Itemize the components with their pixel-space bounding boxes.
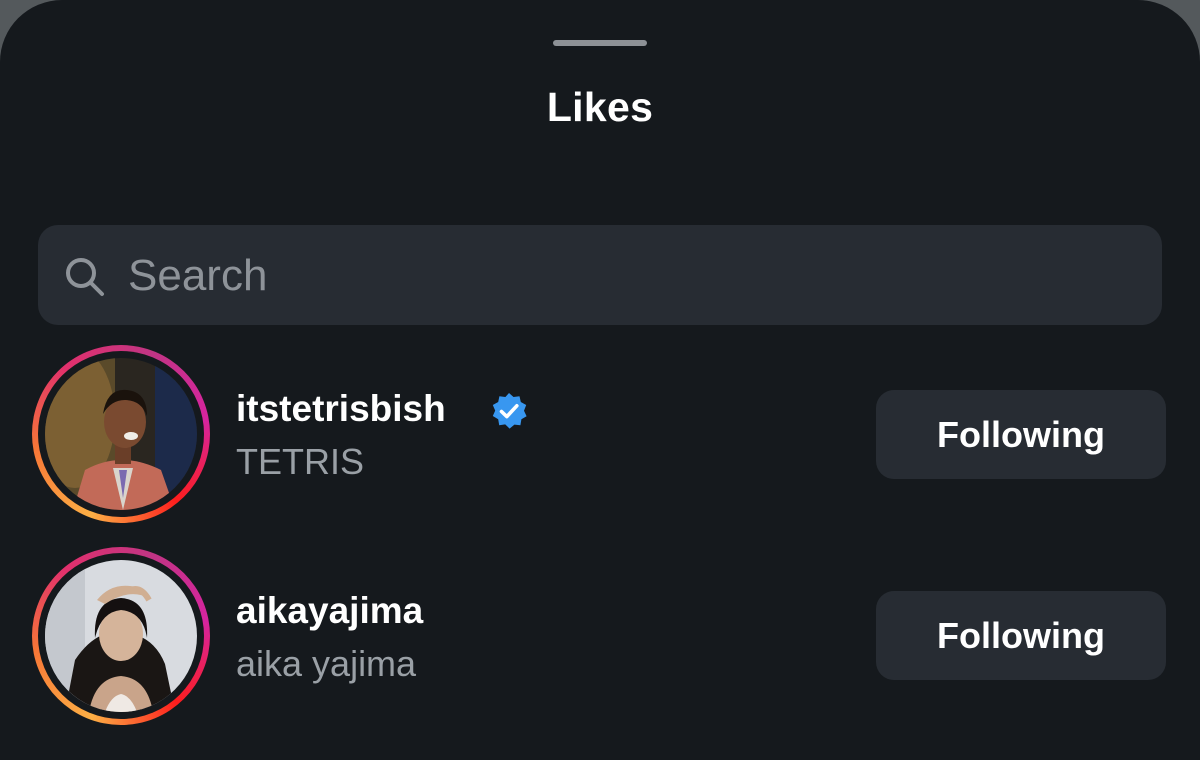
avatar-story-ring[interactable] <box>32 345 210 523</box>
full-name: TETRIS <box>236 441 365 482</box>
liker-row[interactable]: itstetrisbish TETRIS Following <box>0 340 1200 530</box>
avatar-story-ring[interactable] <box>32 547 210 725</box>
following-button[interactable]: Following <box>876 390 1166 479</box>
following-button[interactable]: Following <box>876 591 1166 680</box>
sheet-title: Likes <box>546 84 654 130</box>
full-name: aika yajima <box>236 643 417 684</box>
likes-sheet: Likes Search itstetrisbish TETRIS Follow… <box>0 0 1200 760</box>
search-icon <box>66 258 104 296</box>
verified-badge-icon <box>492 393 527 429</box>
username[interactable]: aikayajima <box>236 590 423 632</box>
username[interactable]: itstetrisbish <box>236 388 446 430</box>
drag-handle[interactable] <box>553 40 647 46</box>
avatar <box>45 560 197 712</box>
avatar <box>45 358 197 510</box>
search-input[interactable] <box>128 247 1128 305</box>
liker-row[interactable]: aikayajima aika yajima Following <box>0 540 1200 730</box>
